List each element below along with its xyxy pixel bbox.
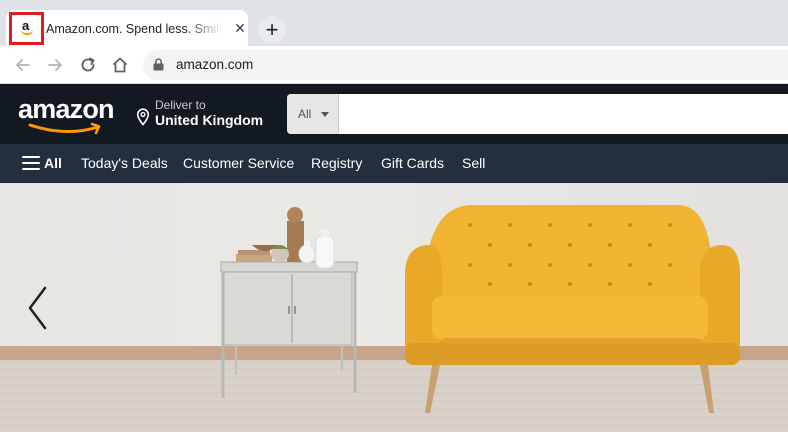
tab-close-icon[interactable]: ✕ bbox=[232, 20, 248, 36]
home-icon[interactable] bbox=[110, 55, 130, 75]
forward-arrow-icon[interactable] bbox=[45, 55, 65, 75]
deliver-label: Deliver to bbox=[155, 98, 206, 112]
yellow-sofa bbox=[405, 205, 740, 413]
search-bar: All bbox=[287, 94, 788, 134]
deliver-country: United Kingdom bbox=[155, 112, 264, 128]
hamburger-menu-icon[interactable] bbox=[22, 156, 40, 170]
nav-customer-service[interactable]: Customer Service bbox=[183, 155, 294, 171]
search-category-dropdown[interactable]: All bbox=[287, 94, 339, 134]
dropdown-caret-icon bbox=[321, 112, 329, 117]
amazon-logo[interactable]: amazon bbox=[18, 94, 123, 135]
url-text: amazon.com bbox=[176, 57, 254, 72]
location-pin-icon bbox=[136, 108, 150, 126]
reload-icon[interactable] bbox=[78, 55, 98, 75]
new-tab-button[interactable]: + bbox=[258, 16, 286, 44]
amazon-smile-icon bbox=[28, 122, 101, 135]
search-input[interactable] bbox=[340, 94, 788, 134]
nav-all[interactable]: All bbox=[44, 155, 62, 171]
logo-text: amazon bbox=[18, 94, 115, 124]
browser-tab-strip: Amazon.com. Spend less. Smile more. ✕ a … bbox=[0, 0, 788, 46]
address-bar[interactable]: amazon.com bbox=[143, 50, 788, 80]
decor-items bbox=[236, 207, 335, 269]
lock-icon bbox=[153, 58, 164, 71]
nav-sell[interactable]: Sell bbox=[462, 155, 485, 171]
search-category-label: All bbox=[298, 107, 312, 121]
side-cabinet bbox=[220, 261, 358, 398]
nav-gift-cards[interactable]: Gift Cards bbox=[381, 155, 444, 171]
browser-toolbar: amazon.com bbox=[0, 46, 788, 84]
nav-todays-deals[interactable]: Today's Deals bbox=[81, 155, 168, 171]
hero-banner[interactable] bbox=[0, 183, 788, 432]
deliver-to-location[interactable]: Deliver to United Kingdom bbox=[136, 98, 270, 132]
amazon-favicon-icon: a bbox=[19, 18, 35, 37]
amazon-header: amazon Deliver to United Kingdom All bbox=[0, 84, 788, 144]
amazon-subnav: All Today's Deals Customer Service Regis… bbox=[0, 144, 788, 183]
hero-image bbox=[220, 205, 740, 413]
highlighted-favicon-box[interactable]: a bbox=[9, 12, 44, 45]
tab-title: Amazon.com. Spend less. Smile more. bbox=[46, 22, 222, 36]
back-arrow-icon[interactable] bbox=[13, 55, 33, 75]
nav-registry[interactable]: Registry bbox=[311, 155, 362, 171]
chevron-left-icon[interactable] bbox=[20, 283, 54, 333]
